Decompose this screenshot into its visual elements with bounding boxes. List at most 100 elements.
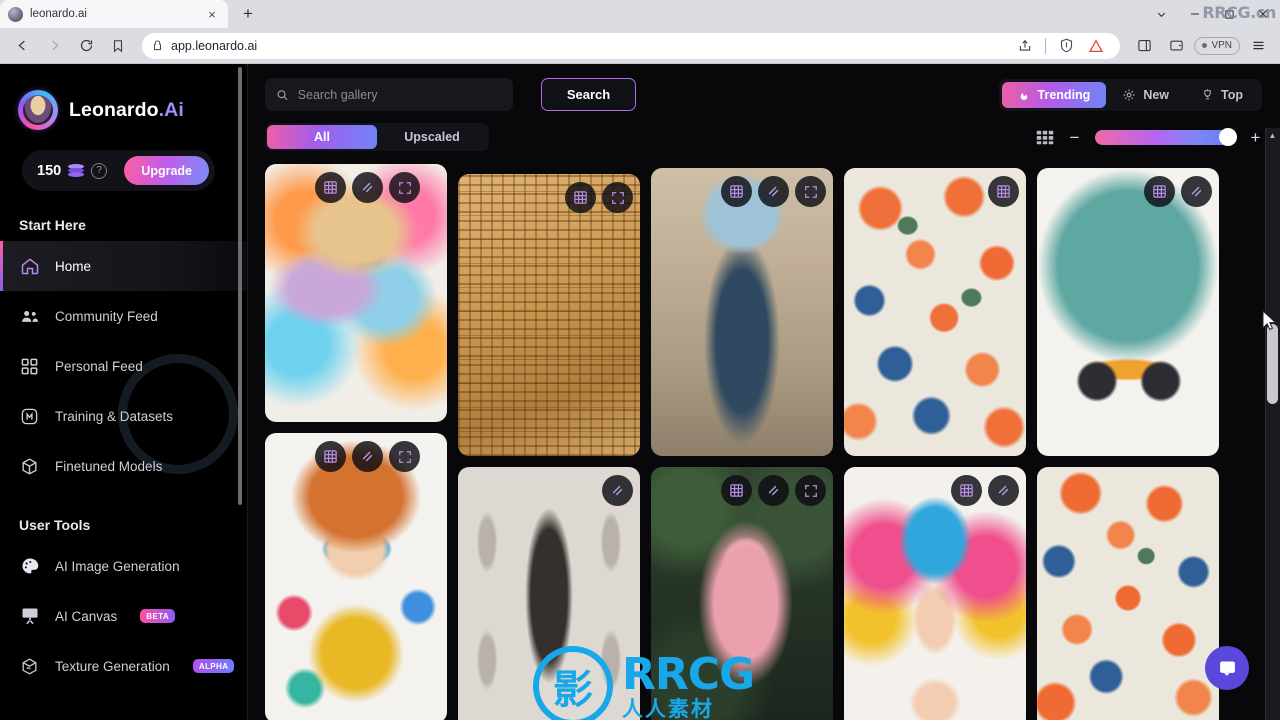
sidebar-item-training-datasets[interactable]: Training & Datasets (0, 391, 247, 441)
gallery-card-colorful-lion-with-sunglasses[interactable] (265, 164, 447, 422)
variation-icon[interactable] (758, 176, 789, 207)
sidebar-item-personal-feed[interactable]: Personal Feed (0, 341, 247, 391)
support-chat-button[interactable] (1205, 646, 1249, 690)
expand-icon[interactable] (795, 176, 826, 207)
browser-tab-leonardo[interactable]: leonardo.ai × (0, 0, 228, 28)
page-scrollbar[interactable]: ▲ ▼ (1265, 128, 1280, 720)
remix-icon[interactable] (951, 475, 982, 506)
brave-logo-icon[interactable] (1082, 32, 1110, 60)
bookmark-icon[interactable] (104, 32, 132, 60)
page-scrollbar-thumb[interactable] (1267, 324, 1278, 404)
zoom-slider[interactable] (1095, 128, 1237, 146)
upgrade-button[interactable]: Upgrade (124, 156, 209, 185)
gallery-card-orange-daisy-floral-pattern[interactable] (1037, 467, 1219, 720)
variation-icon[interactable] (352, 172, 383, 203)
leonardo-avatar-icon (18, 90, 58, 130)
sidebar-item-label: Texture Generation (55, 658, 170, 674)
brave-shield-icon[interactable] (1052, 32, 1080, 60)
sidebar-item-label: Finetuned Models (55, 458, 163, 474)
scroll-up-arrow-icon[interactable]: ▲ (1265, 128, 1280, 143)
search-button[interactable]: Search (541, 78, 636, 111)
remix-icon[interactable] (988, 176, 1019, 207)
gallery-card-blue-haired-warrior-woman[interactable] (651, 168, 833, 456)
back-arrow-icon[interactable] (8, 32, 36, 60)
remix-icon[interactable] (565, 182, 596, 213)
gallery-card-pink-haired-elf-princess[interactable] (651, 467, 833, 720)
remix-icon[interactable] (315, 441, 346, 472)
zoom-slider-knob[interactable] (1219, 128, 1237, 146)
texture-cube-icon (19, 656, 40, 677)
remix-icon[interactable] (315, 172, 346, 203)
credit-balance-pill: 150 ? Upgrade (22, 150, 215, 191)
sidebar-item-label: Home (55, 258, 92, 274)
wallet-icon[interactable] (1162, 32, 1190, 60)
gallery-card-egyptian-hieroglyphs-wall[interactable] (458, 174, 640, 456)
gallery-card-rainbow-hair-woman-portrait[interactable] (844, 467, 1026, 720)
gallery-card-koala-riding-bicycle[interactable] (1037, 168, 1219, 456)
tab-label: Trending (1037, 87, 1091, 102)
search-gallery-field[interactable] (265, 78, 513, 111)
gallery-card-orange-blue-floral-pattern[interactable] (844, 168, 1026, 456)
card-action-group (951, 475, 1019, 506)
remix-icon[interactable] (721, 176, 752, 207)
gallery-column (458, 164, 640, 720)
grid-icon (19, 356, 40, 377)
sidebar-item-finetuned-models[interactable]: Finetuned Models (0, 441, 247, 491)
variation-icon[interactable] (1181, 176, 1212, 207)
sidebar-item-ai-canvas[interactable]: AI Canvas BETA (0, 591, 247, 641)
sidebar-item-home[interactable]: Home (0, 241, 247, 291)
palette-icon (19, 556, 40, 577)
new-tab-button[interactable]: + (234, 0, 262, 28)
tab-new[interactable]: New (1106, 82, 1185, 108)
sidebar-toggle-icon[interactable] (1130, 32, 1158, 60)
vpn-badge[interactable]: VPN (1194, 36, 1240, 55)
variation-icon[interactable] (758, 475, 789, 506)
zoom-out-button[interactable]: − (1068, 129, 1081, 146)
card-action-group (988, 176, 1019, 207)
variation-icon[interactable] (988, 475, 1019, 506)
card-artwork (458, 174, 640, 456)
app-logo[interactable]: Leonardo.Ai (0, 64, 247, 130)
expand-icon[interactable] (602, 182, 633, 213)
card-action-group (602, 475, 633, 506)
main-content: Search Trending New Top (248, 64, 1280, 720)
gallery-toolbar: Search Trending New Top (248, 64, 1280, 151)
variation-icon[interactable] (352, 441, 383, 472)
card-artwork (265, 433, 447, 720)
credit-amount: 150 (37, 162, 62, 179)
density-grid-icon[interactable] (1036, 130, 1054, 145)
help-question-icon[interactable]: ? (91, 162, 108, 179)
sidebar-item-ai-image-generation[interactable]: AI Image Generation (0, 541, 247, 591)
chat-bubble-icon (1219, 661, 1235, 676)
browser-menu-icon[interactable] (1244, 32, 1272, 60)
share-icon[interactable] (1011, 32, 1039, 60)
tab-upscaled[interactable]: Upscaled (377, 125, 487, 149)
tab-close-icon[interactable]: × (204, 6, 220, 22)
zoom-in-button[interactable]: + (1249, 129, 1262, 146)
forward-arrow-icon (40, 32, 68, 60)
remix-icon[interactable] (1144, 176, 1175, 207)
search-input[interactable] (297, 87, 502, 102)
search-icon (277, 89, 288, 100)
tab-search-chevron-down-icon[interactable] (1144, 0, 1178, 28)
mouse-cursor (1262, 310, 1277, 331)
tab-top[interactable]: Top (1185, 82, 1259, 108)
vpn-status-dot-icon (1202, 43, 1208, 48)
gallery-card-dark-fantasy-warrior-sheet[interactable] (458, 467, 640, 720)
reload-icon[interactable] (72, 32, 100, 60)
address-bar[interactable]: app.leonardo.ai (142, 32, 1121, 60)
lock-icon (154, 40, 161, 51)
sidebar-item-community-feed[interactable]: Community Feed (0, 291, 247, 341)
sidebar-scrollbar[interactable] (238, 67, 242, 505)
expand-icon[interactable] (795, 475, 826, 506)
sidebar-item-texture-generation[interactable]: Texture Generation ALPHA (0, 641, 247, 691)
variation-icon[interactable] (602, 475, 633, 506)
vpn-label: VPN (1211, 40, 1232, 51)
expand-icon[interactable] (389, 172, 420, 203)
expand-icon[interactable] (389, 441, 420, 472)
remix-icon[interactable] (721, 475, 752, 506)
tab-trending[interactable]: Trending (1001, 81, 1107, 108)
tab-all[interactable]: All (267, 125, 377, 149)
gallery-column (651, 164, 833, 720)
gallery-card-girl-with-blue-glasses-backpack[interactable] (265, 433, 447, 720)
